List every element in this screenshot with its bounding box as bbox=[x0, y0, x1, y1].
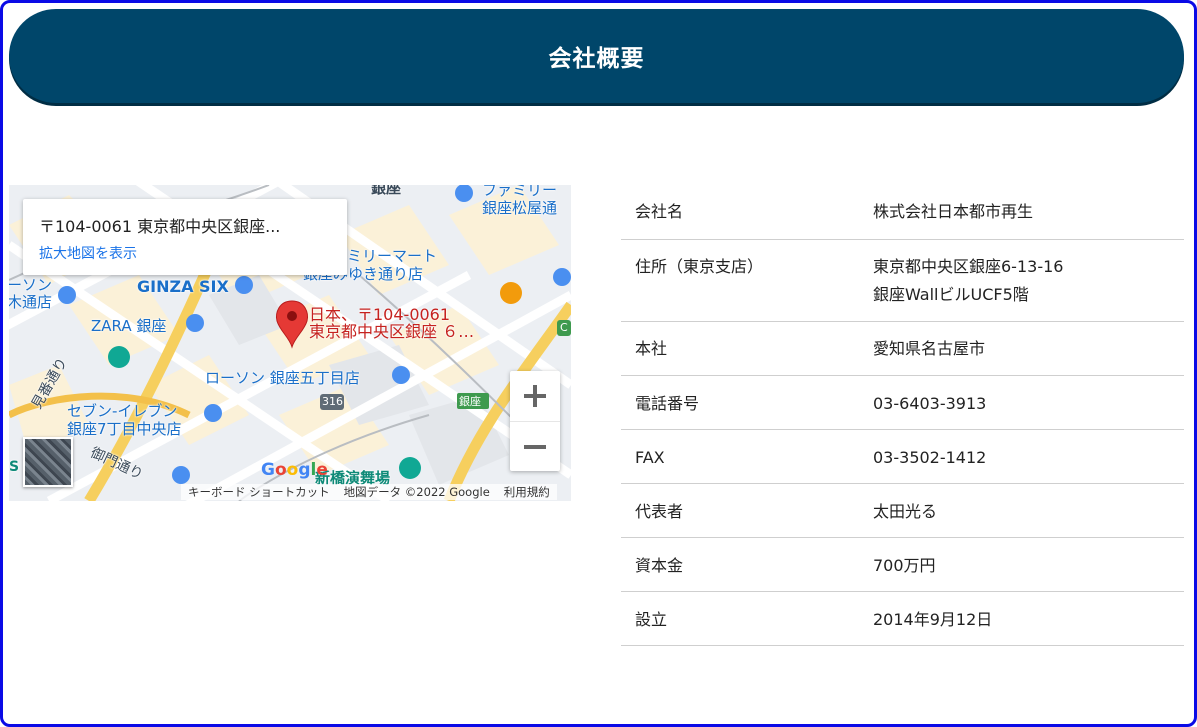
section-header: 会社概要 bbox=[9, 9, 1184, 103]
row-key: 電話番号 bbox=[635, 393, 700, 413]
row-key: 住所（東京支店） bbox=[635, 256, 764, 276]
station-ginza[interactable]: 銀座 bbox=[459, 393, 481, 409]
table-row: 会社名 株式会社日本都市再生 bbox=[621, 185, 1184, 239]
zoom-out-button[interactable] bbox=[510, 421, 560, 471]
row-value: 株式会社日本都市再生 bbox=[873, 202, 1034, 221]
page-title: 会社概要 bbox=[548, 46, 645, 72]
page-frame: 会社概要 日本、〒104-0061 東京都中央区銀座 ６… GINZA SIX … bbox=[0, 0, 1197, 727]
route-316: 316 bbox=[322, 395, 343, 408]
table-row: 設立 2014年9月12日 bbox=[621, 591, 1184, 645]
table-row: 住所（東京支店） 東京都中央区銀座6-13-16 銀座WallビルUCF5階 bbox=[621, 239, 1184, 321]
place-seven-line2[interactable]: 銀座7丁目中央店 bbox=[67, 418, 182, 439]
map-data-text: 地図データ ©2022 Google bbox=[336, 484, 497, 500]
row-value: 700万円 bbox=[873, 555, 936, 575]
place-lawson-left-line2[interactable]: 木通店 bbox=[9, 291, 52, 312]
table-row: 本社 愛知県名古屋市 bbox=[621, 321, 1184, 375]
table-row: FAX 03-3502-1412 bbox=[621, 429, 1184, 483]
zoom-control bbox=[510, 371, 560, 471]
row-value: 03-6403-3913 bbox=[873, 393, 987, 413]
row-value: 03-3502-1412 bbox=[873, 447, 987, 467]
view-larger-map-link[interactable]: 拡大地図を表示 bbox=[39, 243, 331, 263]
terms-link[interactable]: 利用規約 bbox=[496, 484, 557, 500]
place-lawson[interactable]: ローソン 銀座五丁目店 bbox=[205, 367, 360, 388]
company-info-table: 会社名 株式会社日本都市再生 住所（東京支店） 東京都中央区銀座6-13-16 … bbox=[621, 185, 1184, 646]
pin-label-line2: 東京都中央区銀座 ６… bbox=[309, 322, 475, 341]
row-key: 設立 bbox=[635, 609, 668, 629]
place-family-line2[interactable]: 銀座松屋通 bbox=[482, 197, 557, 218]
row-key: 資本金 bbox=[635, 555, 684, 575]
edge-label-c: C bbox=[560, 321, 568, 334]
table-row: 代表者 太田光る bbox=[621, 483, 1184, 537]
row-value: 太田光る bbox=[873, 501, 938, 521]
edge-label-s: S bbox=[9, 459, 20, 475]
row-value: 愛知県名古屋市 bbox=[873, 338, 986, 358]
google-map[interactable]: 日本、〒104-0061 東京都中央区銀座 ６… GINZA SIX ZARA … bbox=[9, 185, 571, 501]
keyboard-shortcuts-link[interactable]: キーボード ショートカット bbox=[181, 484, 337, 500]
plus-icon bbox=[524, 385, 546, 407]
place-zara[interactable]: ZARA 銀座 bbox=[91, 315, 166, 336]
map-card-address: 〒104-0061 東京都中央区銀座... bbox=[39, 217, 281, 236]
map-info-card: 〒104-0061 東京都中央区銀座... 拡大地図を表示 bbox=[23, 199, 347, 275]
google-logo: Google bbox=[261, 460, 328, 480]
satellite-toggle[interactable] bbox=[23, 437, 73, 487]
row-key: 本社 bbox=[635, 338, 668, 358]
minus-icon bbox=[524, 444, 546, 449]
place-ginza-top: 銀座 bbox=[371, 185, 402, 197]
table-row: 電話番号 03-6403-3913 bbox=[621, 375, 1184, 429]
table-row: 資本金 700万円 bbox=[621, 537, 1184, 591]
zoom-in-button[interactable] bbox=[510, 371, 560, 421]
row-value-line2: 銀座WallビルUCF5階 bbox=[873, 284, 1029, 304]
row-value: 2014年9月12日 bbox=[873, 609, 993, 629]
row-key: 会社名 bbox=[635, 202, 684, 221]
row-key: 代表者 bbox=[635, 501, 684, 521]
row-value: 東京都中央区銀座6-13-16 bbox=[873, 256, 1064, 276]
place-ginza-six[interactable]: GINZA SIX bbox=[137, 277, 229, 296]
pin-label-line1: 日本、〒104-0061 bbox=[309, 305, 451, 324]
row-key: FAX bbox=[635, 447, 665, 467]
map-attribution: キーボード ショートカット 地図データ ©2022 Google 利用規約 bbox=[181, 483, 571, 501]
